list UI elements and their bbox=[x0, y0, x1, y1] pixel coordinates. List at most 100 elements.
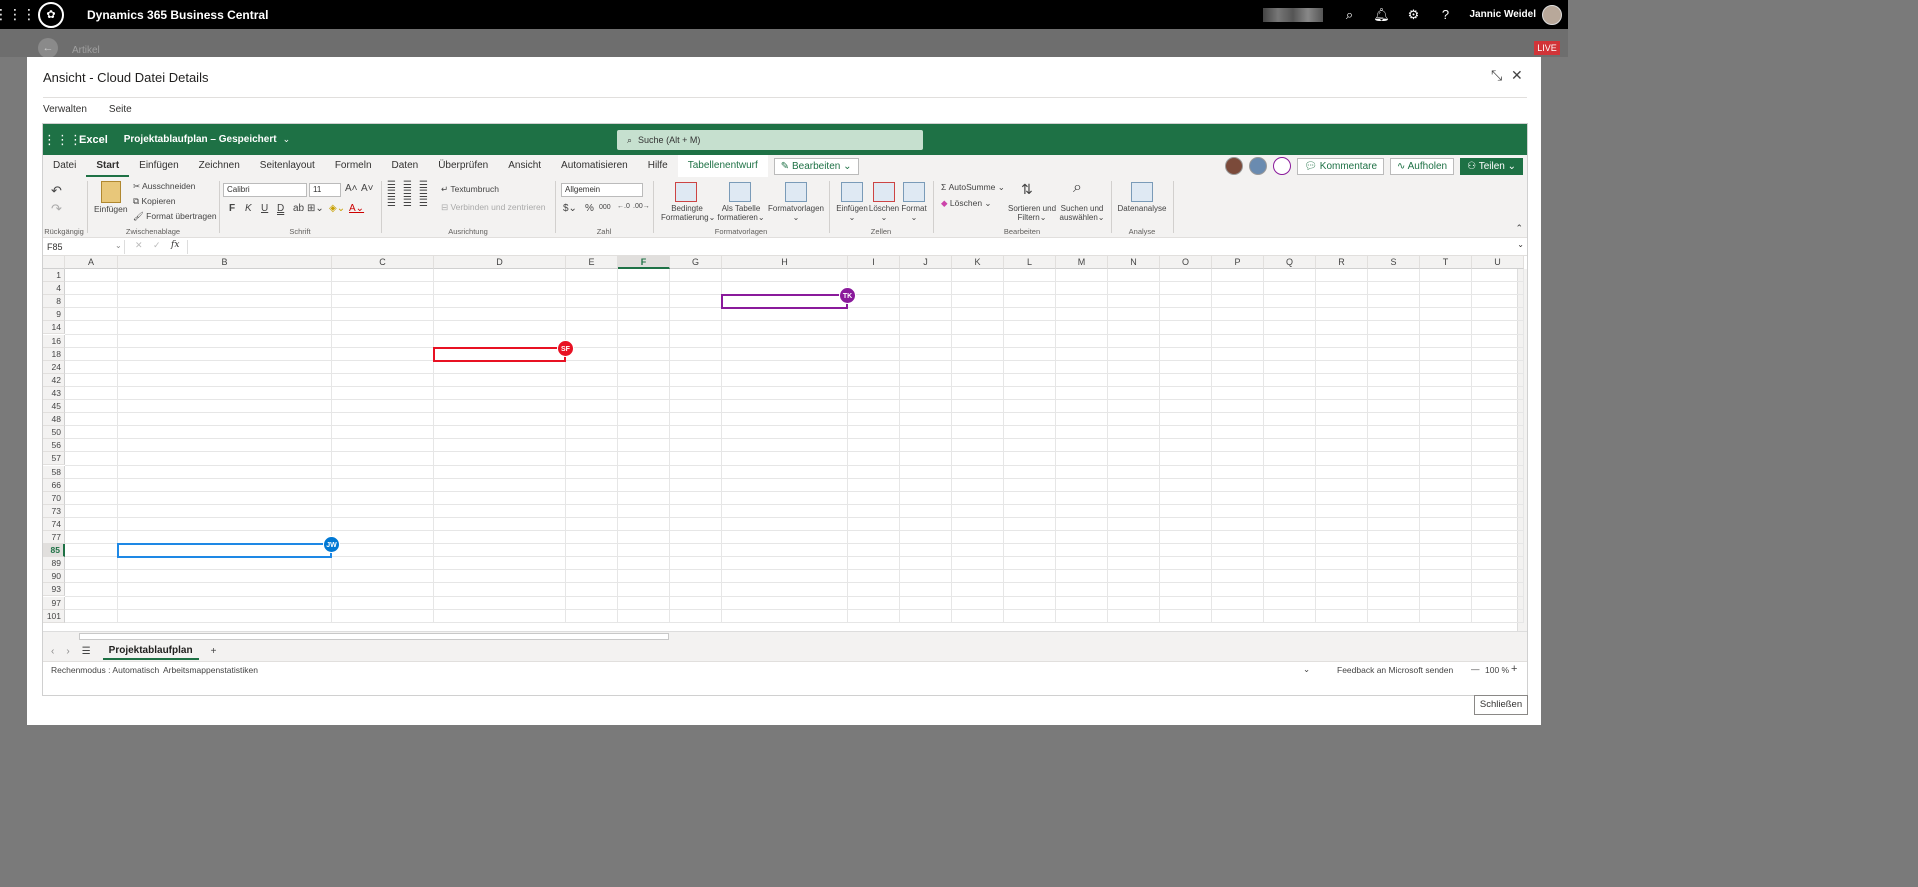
chevron-down-icon[interactable]: ⌄ bbox=[1303, 664, 1310, 675]
catch-up-button[interactable]: ∿ Aufholen bbox=[1390, 157, 1455, 175]
presence-badge[interactable]: TK bbox=[839, 287, 856, 305]
tab-daten[interactable]: Daten bbox=[382, 155, 429, 177]
row-header-93[interactable]: 93 bbox=[43, 583, 65, 597]
presence-badge[interactable]: SF bbox=[557, 339, 574, 357]
zoom-in-icon[interactable]: + bbox=[1511, 663, 1517, 675]
row-header-89[interactable]: 89 bbox=[43, 557, 65, 571]
row-header-77[interactable]: 77 bbox=[43, 531, 65, 544]
notification-bell-icon[interactable]: 🔔︎ bbox=[1365, 7, 1397, 23]
column-header-t[interactable]: T bbox=[1420, 256, 1472, 269]
tab-tabellenentwurf[interactable]: Tabellenentwurf bbox=[677, 155, 768, 177]
row-header-45[interactable]: 45 bbox=[43, 400, 65, 413]
tab-start[interactable]: Start bbox=[86, 155, 130, 177]
next-sheet-icon[interactable]: › bbox=[66, 646, 69, 657]
row-header-16[interactable]: 16 bbox=[43, 334, 65, 348]
scroll-thumb[interactable] bbox=[79, 633, 669, 640]
tab-automatisieren[interactable]: Automatisieren bbox=[551, 155, 638, 177]
row-header-18[interactable]: 18 bbox=[43, 347, 65, 361]
zoom-out-icon[interactable]: — bbox=[1471, 664, 1480, 674]
file-name[interactable]: Projektablaufplan – Gespeichert bbox=[124, 134, 277, 145]
collaborator-avatar[interactable] bbox=[1273, 157, 1292, 175]
row-header-4[interactable]: 4 bbox=[43, 282, 65, 296]
row-header-14[interactable]: 14 bbox=[43, 321, 65, 335]
column-header-g[interactable]: G bbox=[670, 256, 722, 269]
column-header-q[interactable]: Q bbox=[1264, 256, 1316, 269]
column-header-o[interactable]: O bbox=[1160, 256, 1212, 269]
user-avatar[interactable] bbox=[1542, 4, 1562, 25]
row-header-74[interactable]: 74 bbox=[43, 517, 65, 531]
tab-ansicht[interactable]: Ansicht bbox=[498, 155, 551, 177]
feedback-link[interactable]: Feedback an Microsoft senden bbox=[1337, 665, 1453, 675]
menu-seite[interactable]: Seite bbox=[109, 104, 132, 115]
collaborator-selection[interactable] bbox=[433, 346, 566, 362]
column-header-p[interactable]: P bbox=[1212, 256, 1264, 269]
column-header-r[interactable]: R bbox=[1316, 256, 1368, 269]
prev-sheet-icon[interactable]: ‹ bbox=[51, 646, 54, 657]
tab-datei[interactable]: Datei bbox=[43, 155, 86, 177]
tab-einfuegen[interactable]: Einfügen bbox=[129, 155, 188, 177]
row-header-57[interactable]: 57 bbox=[43, 452, 65, 466]
row-header-8[interactable]: 8 bbox=[43, 295, 65, 309]
row-header-50[interactable]: 50 bbox=[43, 426, 65, 440]
search-icon[interactable]: ⌕ bbox=[1333, 7, 1365, 23]
row-header-24[interactable]: 24 bbox=[43, 360, 65, 374]
column-header-u[interactable]: U bbox=[1472, 256, 1524, 269]
help-icon[interactable]: ? bbox=[1429, 7, 1461, 22]
settings-gear-icon[interactable]: ⚙ bbox=[1397, 7, 1429, 23]
presence-badge[interactable]: JW bbox=[323, 536, 340, 554]
chevron-down-icon[interactable]: ⌄ bbox=[283, 134, 291, 145]
share-button[interactable]: ⚇ Teilen ⌄ bbox=[1460, 157, 1523, 175]
tab-ueberpruefen[interactable]: Überprüfen bbox=[428, 155, 498, 177]
row-header-70[interactable]: 70 bbox=[43, 491, 65, 505]
expand-formula-icon[interactable]: ⌄ bbox=[1517, 240, 1524, 249]
comments-button[interactable]: 💬︎ Kommentare bbox=[1297, 157, 1385, 175]
row-header-56[interactable]: 56 bbox=[43, 439, 65, 453]
column-header-n[interactable]: N bbox=[1108, 256, 1160, 269]
all-sheets-icon[interactable]: ☰ bbox=[82, 646, 91, 657]
workbook-stats[interactable]: Arbeitsmappenstatistiken bbox=[163, 665, 258, 675]
user-name[interactable]: Jannic Weidel bbox=[1469, 9, 1536, 20]
excel-waffle-icon[interactable]: ⋮⋮⋮ bbox=[43, 132, 82, 148]
calc-mode[interactable]: Rechenmodus : Automatisch bbox=[51, 665, 159, 675]
collapse-ribbon-icon[interactable]: ⌃ bbox=[1515, 223, 1523, 234]
column-header-f[interactable]: F bbox=[618, 256, 670, 269]
app-title[interactable]: Dynamics 365 Business Central bbox=[87, 8, 268, 22]
column-header-h[interactable]: H bbox=[722, 256, 848, 269]
excel-app-name[interactable]: Excel bbox=[79, 134, 108, 146]
collaborator-selection[interactable] bbox=[721, 294, 848, 310]
close-icon[interactable]: ✕ bbox=[1511, 67, 1523, 84]
tab-hilfe[interactable]: Hilfe bbox=[638, 155, 678, 177]
close-dialog-button[interactable]: Schließen bbox=[1474, 695, 1528, 715]
add-sheet-icon[interactable]: + bbox=[211, 646, 217, 657]
column-header-m[interactable]: M bbox=[1056, 256, 1108, 269]
row-header-101[interactable]: 101 bbox=[43, 609, 65, 623]
column-header-b[interactable]: B bbox=[118, 256, 332, 269]
column-header-j[interactable]: J bbox=[900, 256, 952, 269]
select-all-corner[interactable] bbox=[43, 256, 65, 269]
column-header-d[interactable]: D bbox=[434, 256, 566, 269]
row-header-97[interactable]: 97 bbox=[43, 596, 65, 610]
collaborator-avatar[interactable] bbox=[1249, 157, 1268, 175]
column-header-l[interactable]: L bbox=[1004, 256, 1056, 269]
vertical-scrollbar[interactable] bbox=[1517, 269, 1527, 631]
column-header-a[interactable]: A bbox=[65, 256, 118, 269]
column-header-e[interactable]: E bbox=[566, 256, 618, 269]
column-header-k[interactable]: K bbox=[952, 256, 1004, 269]
excel-search-input[interactable]: ⌕ Suche (Alt + M) bbox=[617, 130, 923, 150]
tab-seitenlayout[interactable]: Seitenlayout bbox=[250, 155, 325, 177]
app-launcher-icon[interactable]: ⋮⋮⋮ bbox=[0, 0, 36, 29]
tab-zeichnen[interactable]: Zeichnen bbox=[189, 155, 250, 177]
sheet-tab[interactable]: Projektablaufplan bbox=[102, 643, 199, 660]
formula-input[interactable] bbox=[189, 238, 1513, 256]
row-header-66[interactable]: 66 bbox=[43, 478, 65, 492]
row-header-58[interactable]: 58 bbox=[43, 465, 65, 479]
row-header-9[interactable]: 9 bbox=[43, 308, 65, 322]
spreadsheet-grid[interactable]: A B C D E F G H I J K L M N O P Q R S T U 1 4 8 9 14 16 18 24 42 43 45 4… bbox=[43, 256, 1527, 631]
row-header-42[interactable]: 42 bbox=[43, 373, 65, 387]
row-header-48[interactable]: 48 bbox=[43, 413, 65, 427]
menu-verwalten[interactable]: Verwalten bbox=[43, 104, 87, 115]
name-box[interactable]: F85 bbox=[45, 240, 125, 254]
collaborator-selection[interactable] bbox=[117, 543, 332, 559]
row-header-85[interactable]: 85 bbox=[43, 544, 65, 558]
chevron-down-icon[interactable]: ⌄ bbox=[115, 241, 122, 250]
